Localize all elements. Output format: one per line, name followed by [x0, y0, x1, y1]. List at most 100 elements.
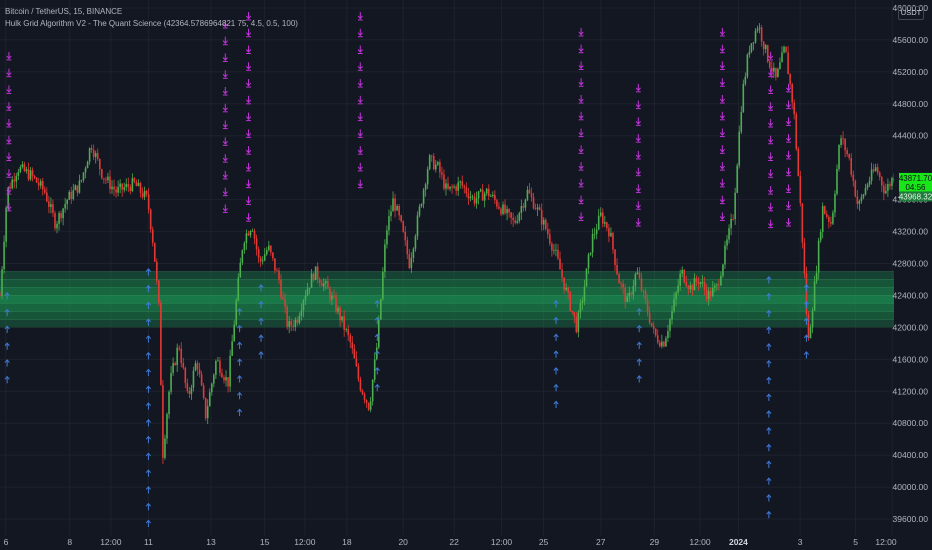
candle-body [524, 199, 527, 208]
candle-body [143, 190, 146, 198]
candle-body [351, 342, 354, 349]
candle-body [713, 285, 716, 288]
time-tick-label: 12:00 [875, 537, 897, 547]
candle-body [402, 221, 405, 232]
candle-body [208, 392, 211, 407]
candle-body [23, 164, 26, 171]
grid-zone-band [0, 271, 894, 280]
candle-body [198, 369, 201, 375]
candle-body [420, 203, 423, 207]
candle-body [726, 239, 728, 246]
candle-body [634, 273, 637, 286]
candle-body [644, 291, 647, 301]
candle-body [210, 383, 213, 393]
candle-body [742, 83, 745, 113]
candle-body [781, 52, 783, 63]
time-tick-label: 3 [798, 537, 803, 547]
candle-body [127, 183, 130, 187]
candle-body [386, 230, 388, 245]
candle-body [68, 191, 71, 200]
candle-body [115, 189, 117, 193]
candle-body [347, 329, 350, 336]
candle-body [587, 254, 590, 269]
candle-body [481, 189, 484, 201]
current-price-labels: 43871.7004:5643968.32 [899, 172, 932, 202]
candle-body [119, 183, 121, 188]
candle-body [66, 199, 69, 205]
candle-body [137, 183, 140, 187]
candle-body [11, 179, 14, 189]
candle-body [284, 299, 286, 307]
candle-body [296, 319, 299, 323]
candle-body [329, 288, 331, 300]
candle-body [310, 273, 313, 288]
candle-body [544, 219, 547, 230]
candle-body [559, 258, 561, 270]
candle-body [123, 187, 126, 190]
candle-body [852, 174, 855, 181]
price-chart[interactable]: 46000.0045600.0045200.0044800.0044400.00… [0, 0, 932, 550]
candle-body [716, 284, 718, 286]
candle-body [288, 321, 290, 327]
candle-body [573, 312, 576, 317]
candle-body [854, 180, 857, 197]
candle-body [5, 207, 7, 242]
candle-body [306, 288, 309, 296]
candle-body [703, 282, 706, 290]
candle-body [500, 208, 502, 215]
symbol-title: Bitcoin / TetherUS, 15, BINANCE [5, 7, 123, 16]
candle-body [13, 179, 16, 182]
candle-body [239, 262, 242, 278]
candle-body [60, 213, 62, 219]
indicator-legend[interactable]: Hulk Grid Algorithm V2 - The Quant Scien… [5, 19, 298, 28]
grid-zone-band [0, 319, 894, 328]
time-tick-label: 12:00 [491, 537, 513, 547]
candle-body [302, 300, 305, 311]
candle-body [147, 194, 150, 210]
candle-body [9, 187, 11, 189]
candle-body [0, 295, 1, 297]
candle-body [227, 377, 229, 387]
candle-body [219, 360, 221, 374]
candle-body [864, 187, 867, 195]
candle-body [31, 170, 34, 176]
candle-body [156, 261, 158, 281]
candle-body [408, 254, 411, 269]
candle-body [783, 46, 785, 53]
candle-body [259, 257, 262, 262]
candle-body [455, 186, 457, 191]
candle-body [437, 162, 439, 165]
candle-body [371, 379, 374, 402]
candle-body [610, 232, 612, 237]
candle-body [485, 188, 488, 194]
candle-body [553, 250, 555, 251]
candle-body [178, 347, 181, 349]
candle-body [846, 150, 848, 155]
candle-body [618, 274, 620, 284]
candle-body [630, 292, 633, 295]
time-tick-label: 18 [342, 537, 352, 547]
candle-body [557, 249, 559, 259]
candle-body [815, 272, 818, 282]
candle-body [575, 316, 578, 333]
time-tick-label: 12:00 [100, 537, 122, 547]
candle-body [756, 28, 759, 31]
currency-selector[interactable]: USDT [898, 6, 924, 20]
candle-body [278, 270, 280, 280]
candle-body [538, 207, 541, 211]
candle-body [149, 209, 152, 230]
candle-body [202, 385, 205, 398]
candle-body [583, 286, 586, 301]
candle-body [318, 279, 321, 284]
candle-body [492, 194, 494, 197]
candle-body [775, 67, 777, 78]
candle-body [443, 174, 445, 189]
candle-body [891, 178, 893, 186]
candle-body [819, 231, 822, 241]
candle-body [532, 197, 535, 209]
candle-body [738, 131, 741, 166]
candle-body [174, 363, 176, 366]
candle-body [838, 145, 840, 169]
candle-body [760, 27, 763, 42]
candle-body [37, 182, 40, 186]
